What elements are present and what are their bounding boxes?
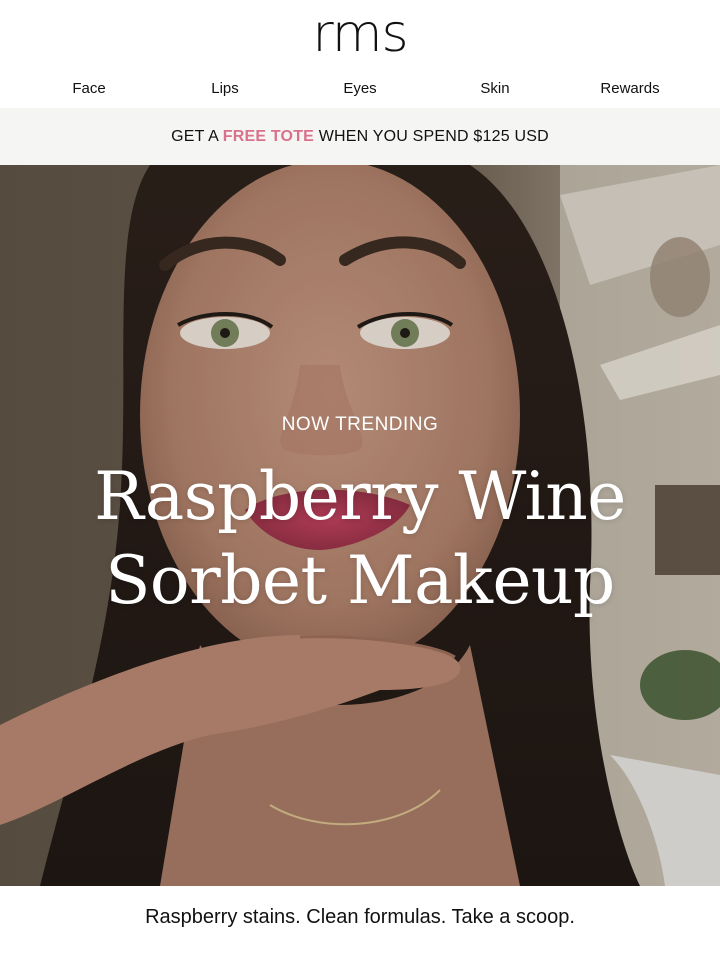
hero-title-line1: Raspberry Wine (94, 458, 626, 535)
nav-item-lips[interactable]: Lips (165, 76, 285, 102)
promo-prefix: GET A (171, 128, 223, 145)
hero-banner[interactable]: NOW TRENDING Raspberry Wine Sorbet Makeu… (0, 165, 720, 886)
email-page: rms Face Lips Eyes Skin Rewards GET A FR… (0, 0, 720, 960)
nav-item-eyes[interactable]: Eyes (300, 76, 420, 102)
hero-eyebrow: NOW TRENDING (281, 414, 439, 435)
category-nav: Face Lips Eyes Skin Rewards (0, 76, 720, 102)
promo-suffix: WHEN YOU SPEND $125 USD (314, 128, 549, 145)
hero-title: Raspberry Wine Sorbet Makeup (0, 455, 720, 623)
nav-item-skin[interactable]: Skin (435, 76, 555, 102)
brand-logo-text: rms (312, 4, 408, 64)
brand-logo[interactable]: rms (0, 4, 720, 66)
promo-highlight: FREE TOTE (222, 128, 315, 145)
tagline: Raspberry stains. Clean formulas. Take a… (145, 906, 575, 928)
promo-banner[interactable]: GET A FREE TOTE WHEN YOU SPEND $125 USD (0, 108, 720, 165)
hero-title-line2: Sorbet Makeup (105, 542, 615, 619)
nav-item-rewards[interactable]: Rewards (570, 76, 690, 102)
nav-item-face[interactable]: Face (29, 76, 149, 102)
